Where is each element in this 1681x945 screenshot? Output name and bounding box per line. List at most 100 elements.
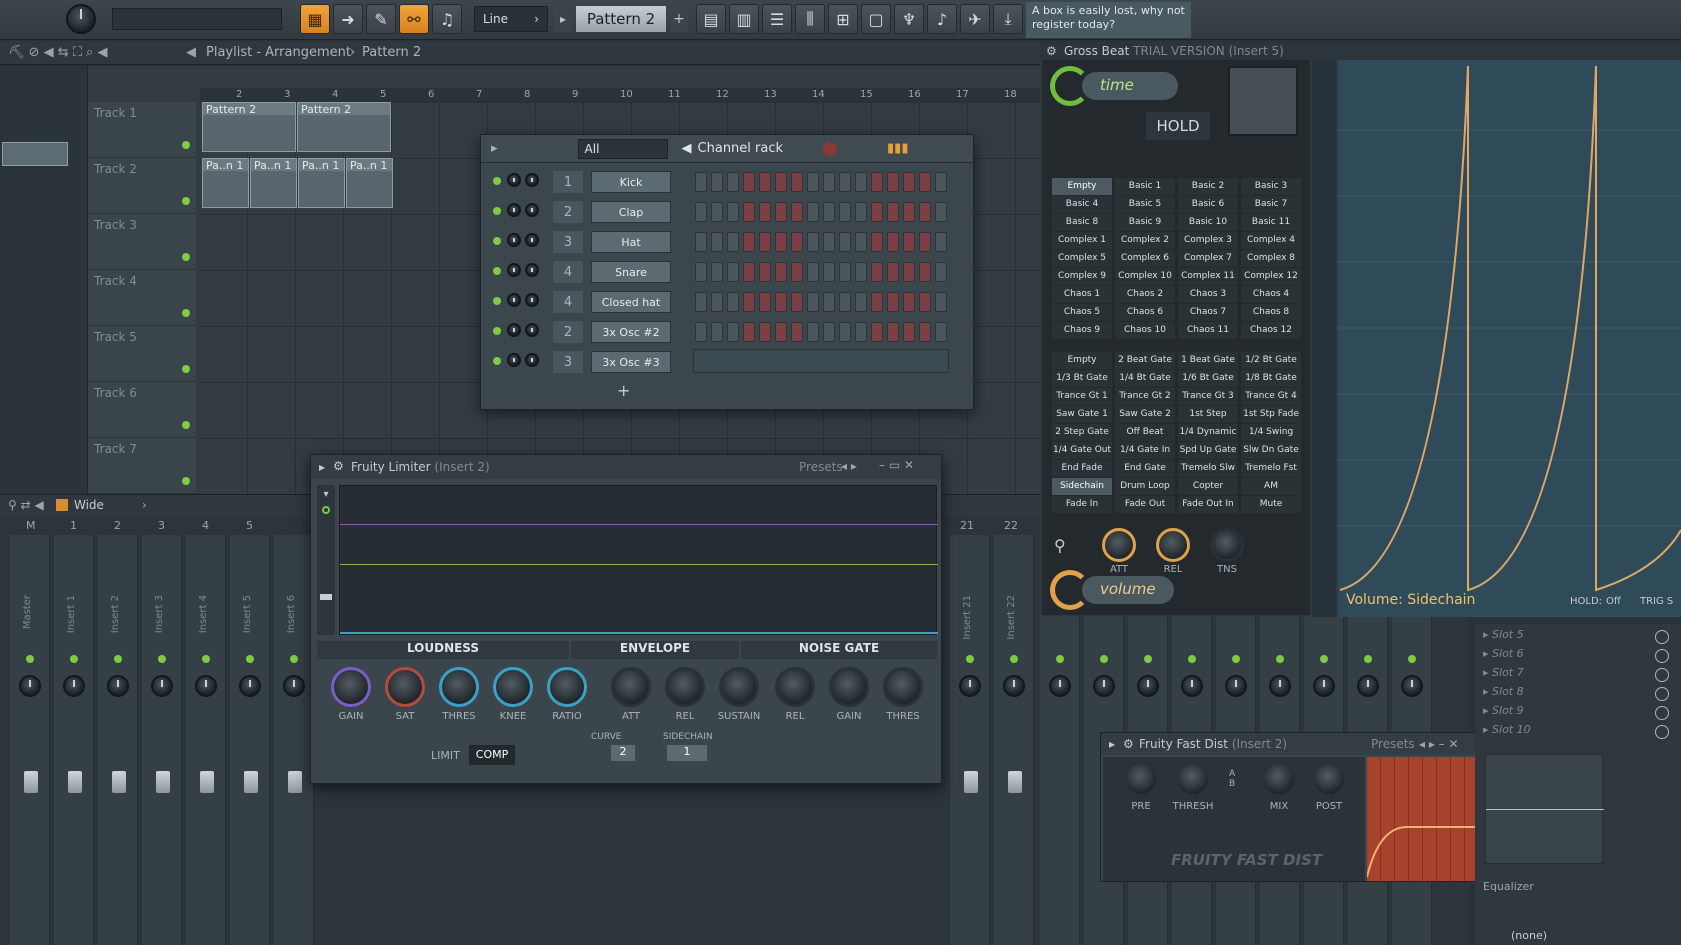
envelope-knob[interactable]	[1102, 528, 1136, 562]
volume-preset[interactable]: Mute	[1241, 496, 1301, 513]
time-preset[interactable]: Chaos 3	[1178, 286, 1238, 303]
volume-preset[interactable]: End Gate	[1115, 460, 1175, 477]
strip-pan-knob[interactable]	[959, 675, 981, 697]
step-button[interactable]	[839, 232, 851, 252]
step-button[interactable]	[855, 322, 867, 342]
time-preset[interactable]: Complex 10	[1115, 268, 1175, 285]
mixer-strip[interactable]: Insert 4	[186, 535, 226, 945]
strip-led[interactable]	[1232, 655, 1240, 663]
strip-fader[interactable]	[964, 771, 978, 793]
mixer-strip[interactable]: Master	[10, 535, 50, 945]
strip-fader[interactable]	[24, 771, 38, 793]
step-button[interactable]	[903, 232, 915, 252]
step-button[interactable]	[711, 232, 723, 252]
time-preset[interactable]: Chaos 6	[1115, 304, 1175, 321]
fast-dist-knob[interactable]	[1311, 761, 1347, 797]
volume-preset[interactable]: Off Beat	[1115, 424, 1175, 441]
time-preset[interactable]: Complex 3	[1178, 232, 1238, 249]
step-button[interactable]	[823, 262, 835, 282]
envelope-graph[interactable]: Volume: Sidechain HOLD: Off TRIG S	[1338, 60, 1681, 617]
time-preset[interactable]: Basic 10	[1178, 214, 1238, 231]
step-button[interactable]	[711, 292, 723, 312]
step-button[interactable]	[743, 292, 755, 312]
step-button[interactable]	[791, 232, 803, 252]
step-button[interactable]	[919, 202, 931, 222]
picker-clip[interactable]	[2, 142, 68, 166]
ring-icon[interactable]	[322, 506, 330, 514]
time-preset[interactable]: Complex 7	[1178, 250, 1238, 267]
step-button[interactable]	[807, 172, 819, 192]
channel-row[interactable]: 2 Clap	[487, 197, 967, 225]
layout-icon[interactable]	[56, 499, 68, 511]
volume-preset[interactable]: Trance Gt 3	[1178, 388, 1238, 405]
volume-preset[interactable]: AM	[1241, 478, 1301, 495]
strip-led[interactable]	[1144, 655, 1152, 663]
channel-name-button[interactable]: Kick	[591, 171, 671, 193]
step-button[interactable]	[711, 202, 723, 222]
time-preset[interactable]: Chaos 1	[1052, 286, 1112, 303]
time-preset[interactable]: Basic 4	[1052, 196, 1112, 213]
step-button[interactable]	[759, 172, 771, 192]
step-button[interactable]	[887, 322, 899, 342]
mixer-strip[interactable]: Insert 21	[950, 535, 990, 945]
pattern-clip[interactable]: Pa..n 1	[250, 158, 297, 208]
volume-button[interactable]: volume	[1082, 576, 1174, 604]
channel-row[interactable]: 1 Kick	[487, 167, 967, 195]
track-header[interactable]: Track 1	[88, 102, 196, 158]
mixer-slot[interactable]: ▸ Slot 8	[1483, 685, 1673, 703]
fast-dist-knob[interactable]	[1261, 761, 1297, 797]
strip-led[interactable]	[1320, 655, 1328, 663]
channel-row[interactable]: 3 3x Osc #3	[487, 347, 967, 375]
channel-name-button[interactable]: Hat	[591, 231, 671, 253]
menu-arrow-icon[interactable]: ▸	[491, 141, 498, 156]
volume-preset[interactable]: 1st Step	[1178, 406, 1238, 423]
preset-nav-icons[interactable]: ◂ ▸	[841, 459, 857, 473]
slot-toggle[interactable]	[1655, 706, 1669, 720]
strip-pan-knob[interactable]	[107, 675, 129, 697]
limiter-knob[interactable]	[493, 667, 533, 707]
step-button[interactable]	[823, 322, 835, 342]
time-preset[interactable]: Chaos 4	[1241, 286, 1301, 303]
step-button[interactable]	[743, 232, 755, 252]
window-controls-icons[interactable]: – ▭ ✕	[879, 458, 914, 472]
step-button[interactable]	[695, 292, 707, 312]
step-button[interactable]	[775, 262, 787, 282]
volume-preset[interactable]: Empty	[1052, 352, 1112, 369]
comp-mode-button[interactable]: COMP	[469, 745, 515, 765]
strip-pan-knob[interactable]	[195, 675, 217, 697]
step-button[interactable]	[775, 232, 787, 252]
step-button[interactable]	[903, 292, 915, 312]
fast-dist-knob[interactable]	[1175, 761, 1211, 797]
time-preset[interactable]: Chaos 8	[1241, 304, 1301, 321]
mixer-strip[interactable]: Insert 2	[98, 535, 138, 945]
time-preset[interactable]: Chaos 11	[1178, 322, 1238, 339]
step-button[interactable]	[839, 262, 851, 282]
tool-icon[interactable]: ✈	[960, 4, 990, 34]
step-button[interactable]	[935, 292, 947, 312]
track-header[interactable]: Track 6	[88, 382, 196, 438]
pan-knob[interactable]	[507, 173, 521, 187]
channel-led[interactable]	[493, 357, 501, 365]
time-preset[interactable]: Chaos 7	[1178, 304, 1238, 321]
volume-preset[interactable]: 1/4 Gate Out	[1052, 442, 1112, 459]
gb-side-toolbar[interactable]	[1312, 60, 1336, 617]
pattern-clip[interactable]: Pattern 2	[297, 102, 391, 152]
volume-preset[interactable]: Fade In	[1052, 496, 1112, 513]
step-button[interactable]	[775, 202, 787, 222]
step-button[interactable]	[871, 292, 883, 312]
pan-knob[interactable]	[507, 233, 521, 247]
channel-mixer-track[interactable]: 2	[553, 321, 583, 343]
time-preset[interactable]: Basic 8	[1052, 214, 1112, 231]
volume-knob[interactable]	[525, 323, 539, 337]
channel-row[interactable]: 2 3x Osc #2	[487, 317, 967, 345]
slot-toggle[interactable]	[1655, 630, 1669, 644]
step-button[interactable]	[791, 262, 803, 282]
strip-fader[interactable]	[68, 771, 82, 793]
strip-pan-knob[interactable]	[1049, 675, 1071, 697]
strip-fader[interactable]	[112, 771, 126, 793]
strip-led[interactable]	[158, 655, 166, 663]
step-button[interactable]	[855, 262, 867, 282]
volume-preset[interactable]: Saw Gate 1	[1052, 406, 1112, 423]
step-button[interactable]	[935, 172, 947, 192]
limiter-knob[interactable]	[719, 667, 759, 707]
